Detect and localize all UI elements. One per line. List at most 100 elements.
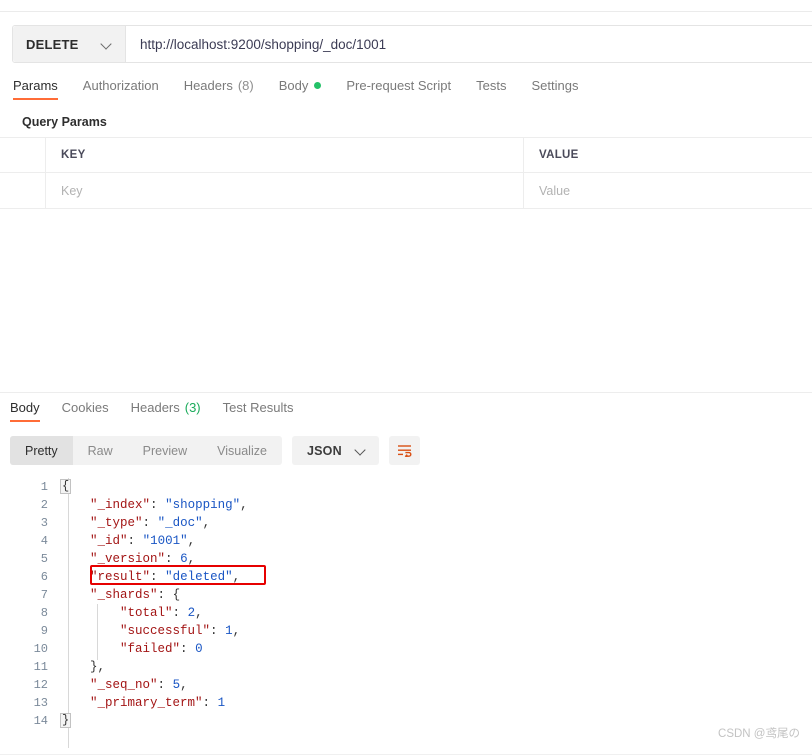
table-header-row: KEY VALUE — [0, 137, 812, 173]
response-format-dropdown[interactable]: JSON — [291, 436, 379, 465]
request-body-empty-area — [0, 209, 812, 392]
wrap-text-button[interactable] — [388, 436, 420, 465]
line-number: 10 — [33, 642, 48, 656]
row-key-cell[interactable]: Key — [46, 173, 524, 208]
line-number: 13 — [33, 696, 48, 710]
code-line: 12 "_seq_no": 5, — [0, 676, 812, 694]
code-line: 14 } — [0, 712, 812, 730]
http-method-dropdown[interactable]: DELETE — [13, 26, 126, 62]
code-line: 2 "_index": "shopping", — [0, 496, 812, 514]
code-line-text: "_id": "1001", — [90, 534, 196, 548]
line-number: 8 — [40, 606, 48, 620]
view-mode-visualize[interactable]: Visualize — [202, 436, 282, 465]
query-params-title: Query Params — [22, 115, 107, 129]
tab-headers[interactable]: Headers (8) — [184, 78, 254, 100]
tab-tests[interactable]: Tests — [476, 78, 506, 100]
code-line-text: "result": "deleted", — [90, 570, 241, 584]
line-number: 7 — [40, 588, 48, 602]
tab-pre-request-script[interactable]: Pre-request Script — [346, 78, 451, 100]
line-number: 2 — [40, 498, 48, 512]
wrap-text-icon — [397, 445, 412, 457]
line-number: 12 — [33, 678, 48, 692]
code-line-text: } — [60, 713, 72, 728]
response-tab-body-label: Body — [10, 400, 40, 415]
view-mode-raw[interactable]: Raw — [73, 436, 128, 465]
response-tab-headers-count: (3) — [184, 400, 201, 415]
code-line: 5 "_version": 6, — [0, 550, 812, 568]
view-mode-visualize-label: Visualize — [217, 443, 267, 458]
code-line-text: "_seq_no": 5, — [90, 678, 188, 692]
response-divider — [0, 392, 812, 393]
code-line-highlighted: 6 "result": "deleted", — [0, 568, 812, 586]
view-mode-raw-label: Raw — [87, 443, 113, 458]
code-line-text: "_shards": { — [90, 588, 181, 602]
line-number: 3 — [40, 516, 48, 530]
line-number: 14 — [33, 714, 48, 728]
response-tab-test-results-label: Test Results — [222, 400, 294, 415]
tab-tests-label: Tests — [476, 78, 507, 93]
window-top-divider — [0, 11, 812, 12]
request-url-bar: DELETE http://localhost:9200/shopping/_d… — [12, 25, 812, 63]
code-line-text: "_version": 6, — [90, 552, 196, 566]
header-key-cell: KEY — [46, 138, 524, 172]
chevron-down-icon — [356, 445, 367, 456]
postman-window: DELETE http://localhost:9200/shopping/_d… — [0, 0, 812, 755]
line-number: 5 — [40, 552, 48, 566]
request-url-text: http://localhost:9200/shopping/_doc/1001 — [140, 36, 387, 52]
code-line-text: "total": 2, — [120, 606, 203, 620]
table-row[interactable]: Key Value — [0, 173, 812, 209]
response-tab-headers[interactable]: Headers (3) — [131, 400, 201, 422]
view-mode-pretty-label: Pretty — [25, 443, 58, 458]
response-tab-bar: Body Cookies Headers (3) Test Results — [0, 400, 812, 427]
tab-params[interactable]: Params — [13, 78, 58, 100]
tab-authorization-label: Authorization — [82, 78, 159, 93]
code-line-text: "_type": "_doc", — [90, 516, 211, 530]
value-input-placeholder: Value — [539, 183, 571, 198]
response-tab-body[interactable]: Body — [10, 400, 40, 422]
response-format-toolbar: Pretty Raw Preview Visualize JSON — [10, 436, 420, 465]
tab-settings[interactable]: Settings — [531, 78, 578, 100]
code-line-text: "_primary_term": 1 — [90, 696, 226, 710]
key-input-placeholder: Key — [61, 183, 83, 198]
code-line-text: "failed": 0 — [120, 642, 203, 656]
tab-body[interactable]: Body — [279, 78, 322, 100]
tab-params-label: Params — [13, 78, 58, 93]
code-line: 4 "_id": "1001", — [0, 532, 812, 550]
watermark-text: CSDN @鸢尾の — [718, 728, 800, 740]
response-tab-headers-label: Headers — [130, 400, 180, 415]
line-number: 6 — [40, 570, 48, 584]
request-tab-bar: Params Authorization Headers (8) Body Pr… — [0, 78, 812, 105]
code-line: 7 "_shards": { — [0, 586, 812, 604]
body-present-dot-icon — [314, 82, 322, 89]
chevron-down-icon — [102, 39, 113, 50]
line-number: 4 — [40, 534, 48, 548]
tab-pre-request-script-label: Pre-request Script — [346, 78, 452, 93]
code-line: 13 "_primary_term": 1 — [0, 694, 812, 712]
code-line: 1 { — [0, 478, 812, 496]
response-tab-cookies-label: Cookies — [61, 400, 109, 415]
response-tab-cookies[interactable]: Cookies — [62, 400, 109, 422]
code-line: 9 "successful": 1, — [0, 622, 812, 640]
header-value-cell: VALUE — [524, 138, 812, 172]
view-mode-pretty[interactable]: Pretty — [10, 436, 73, 465]
view-mode-preview[interactable]: Preview — [128, 436, 202, 465]
column-header-value: VALUE — [539, 149, 579, 161]
response-tab-test-results[interactable]: Test Results — [223, 400, 294, 422]
header-checkbox-cell — [0, 138, 46, 172]
tab-authorization[interactable]: Authorization — [83, 78, 159, 100]
line-number: 11 — [33, 660, 48, 674]
code-line-text: { — [60, 479, 72, 494]
request-url-input[interactable]: http://localhost:9200/shopping/_doc/1001 — [126, 26, 812, 62]
row-value-cell[interactable]: Value — [524, 173, 812, 208]
row-checkbox-cell[interactable] — [0, 173, 46, 208]
code-line: 3 "_type": "_doc", — [0, 514, 812, 532]
tab-settings-label: Settings — [531, 78, 579, 93]
response-body-viewer[interactable]: 1 { 2 "_index": "shopping", 3 "_type": "… — [0, 478, 812, 755]
http-method-label: DELETE — [26, 36, 79, 52]
tab-body-label: Body — [278, 78, 309, 93]
column-header-key: KEY — [61, 149, 86, 161]
query-params-table: KEY VALUE Key Value — [0, 137, 812, 209]
response-format-label: JSON — [306, 443, 342, 458]
code-line: 8 "total": 2, — [0, 604, 812, 622]
code-line-text: }, — [90, 660, 106, 674]
